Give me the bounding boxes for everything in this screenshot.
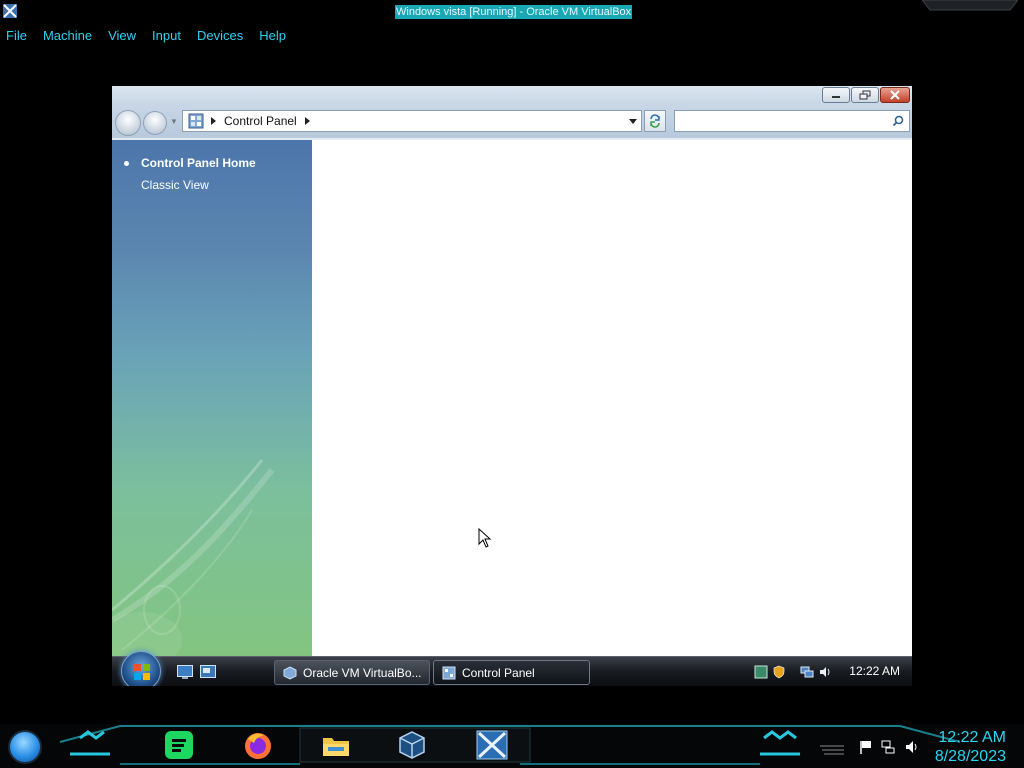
bullet-icon: [124, 161, 129, 166]
explorer-caption-bar[interactable]: [112, 86, 912, 106]
screen: Windows vista [Running] - Oracle VM Virt…: [0, 0, 1024, 768]
forward-button[interactable]: [143, 111, 167, 135]
breadcrumb-chevron-icon[interactable]: [211, 117, 216, 125]
task-pane: Control Panel Home Classic View: [112, 140, 312, 656]
vista-start-button[interactable]: [121, 651, 161, 686]
refresh-icon: [650, 114, 660, 128]
titlebar-decoration: [922, 0, 1018, 11]
close-button[interactable]: [880, 87, 910, 103]
breadcrumb-chevron-icon[interactable]: [304, 117, 310, 125]
menu-devices[interactable]: Devices: [197, 28, 243, 43]
task-label: Control Panel: [462, 665, 535, 680]
caption-buttons: [821, 87, 910, 103]
back-button[interactable]: [115, 110, 141, 136]
refresh-button[interactable]: [644, 110, 666, 132]
guest-system-tray: 12:22 AM: [752, 657, 912, 686]
host-titlebar: Windows vista [Running] - Oracle VM Virt…: [0, 0, 1024, 24]
recent-pages-dropdown[interactable]: ▼: [170, 118, 178, 126]
security-shield-icon[interactable]: [772, 665, 786, 679]
guest-taskbar: Oracle VM VirtualBo... Control Panel 12:…: [112, 651, 912, 686]
classic-view-link[interactable]: Classic View: [141, 178, 209, 192]
volume-icon[interactable]: [818, 665, 832, 679]
search-icon[interactable]: [892, 115, 904, 127]
spotify-icon[interactable]: [163, 729, 195, 761]
breadcrumb-control-panel[interactable]: Control Panel: [224, 114, 297, 128]
minimize-icon: [832, 96, 840, 98]
menu-input[interactable]: Input: [152, 28, 181, 43]
action-center-flag-icon[interactable]: [858, 739, 874, 755]
guest-clock[interactable]: 12:22 AM: [849, 664, 900, 678]
minimize-button[interactable]: [822, 87, 850, 103]
menu-help[interactable]: Help: [259, 28, 286, 43]
task-label: Oracle VM VirtualBo...: [303, 665, 422, 680]
network-status-icon[interactable]: [754, 665, 768, 679]
menu-machine[interactable]: Machine: [43, 28, 92, 43]
address-dropdown-icon[interactable]: [629, 119, 637, 124]
taskbar-button-virtualbox[interactable]: Oracle VM VirtualBo...: [274, 660, 430, 685]
content-pane: [312, 140, 912, 656]
windows-flag-icon: [134, 664, 150, 680]
control-panel-home-link[interactable]: Control Panel Home: [141, 156, 256, 170]
host-menubar: File Machine View Input Devices Help: [0, 24, 1024, 46]
network-icon[interactable]: [800, 665, 814, 679]
clock-time: 12:22 AM: [938, 729, 1006, 746]
vista-swoosh-background: [112, 459, 275, 656]
mouse-cursor-icon: [478, 528, 492, 548]
volume-icon[interactable]: [904, 739, 920, 755]
clock-date: 8/28/2023: [934, 748, 1006, 765]
control-panel-icon: [442, 666, 456, 679]
virtualbox-icon[interactable]: [2, 3, 18, 19]
firefox-icon[interactable]: [242, 729, 274, 761]
show-desktop-icon[interactable]: [177, 665, 193, 679]
host-taskbar: 12:22 AM 8/28/2023: [0, 724, 1024, 768]
address-bar[interactable]: Control Panel: [182, 110, 642, 132]
host-clock[interactable]: 12:22 AM 8/28/2023: [935, 728, 1006, 766]
menu-file[interactable]: File: [6, 28, 27, 43]
host-start-button[interactable]: [8, 730, 42, 764]
switch-windows-icon[interactable]: [200, 665, 216, 679]
file-explorer-icon[interactable]: [320, 729, 352, 761]
virtualbox-icon[interactable]: [396, 729, 428, 761]
search-box[interactable]: [674, 110, 910, 132]
close-icon: [890, 90, 900, 100]
restore-button[interactable]: [851, 87, 879, 103]
control-panel-icon: [188, 113, 204, 129]
virtualbox-icon: [283, 665, 297, 680]
menu-view[interactable]: View: [108, 28, 136, 43]
guest-screen: ▼ Control Panel Control Panel Home Class…: [112, 86, 912, 686]
restore-icon: [859, 90, 871, 100]
window-title: Windows vista [Running] - Oracle VM Virt…: [395, 5, 633, 19]
network-icon[interactable]: [880, 739, 896, 755]
taskbar-button-control-panel[interactable]: Control Panel: [433, 660, 590, 685]
explorer-navbar: ▼ Control Panel: [112, 106, 912, 138]
vista-vm-icon[interactable]: [476, 729, 508, 761]
